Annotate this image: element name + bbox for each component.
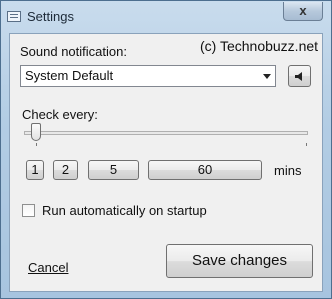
run-on-startup-checkbox[interactable] [22,204,35,217]
close-button[interactable]: x [283,2,323,21]
preset-1-button[interactable]: 1 [26,160,44,180]
settings-app-icon [7,11,21,22]
settings-window: Settings x Sound notification: (c) Techn… [0,0,332,299]
interval-unit: mins [274,163,302,178]
slider-tick [36,143,37,146]
sound-select-value: System Default [25,68,114,83]
interval-slider-thumb[interactable] [31,123,41,141]
cancel-link[interactable]: Cancel [28,260,68,275]
window-title: Settings [27,9,74,24]
save-changes-button[interactable]: Save changes [166,244,313,278]
interval-slider-track[interactable] [24,131,308,135]
preset-5-button[interactable]: 5 [88,160,139,180]
sound-notification-label: Sound notification: [20,44,127,59]
preset-60-button[interactable]: 60 [148,160,262,180]
sound-select[interactable]: System Default [20,65,276,87]
run-on-startup-label[interactable]: Run automatically on startup [42,203,207,218]
check-every-label: Check every: [22,107,98,122]
play-sound-button[interactable] [288,65,311,87]
dropdown-arrow-icon [263,74,271,79]
slider-tick [306,143,307,146]
speaker-icon [295,72,302,81]
credit-text: (c) Technobuzz.net [200,38,319,54]
settings-panel: Sound notification: (c) Technobuzz.net S… [9,33,323,292]
title-bar: Settings x [1,1,331,33]
preset-2-button[interactable]: 2 [53,160,78,180]
